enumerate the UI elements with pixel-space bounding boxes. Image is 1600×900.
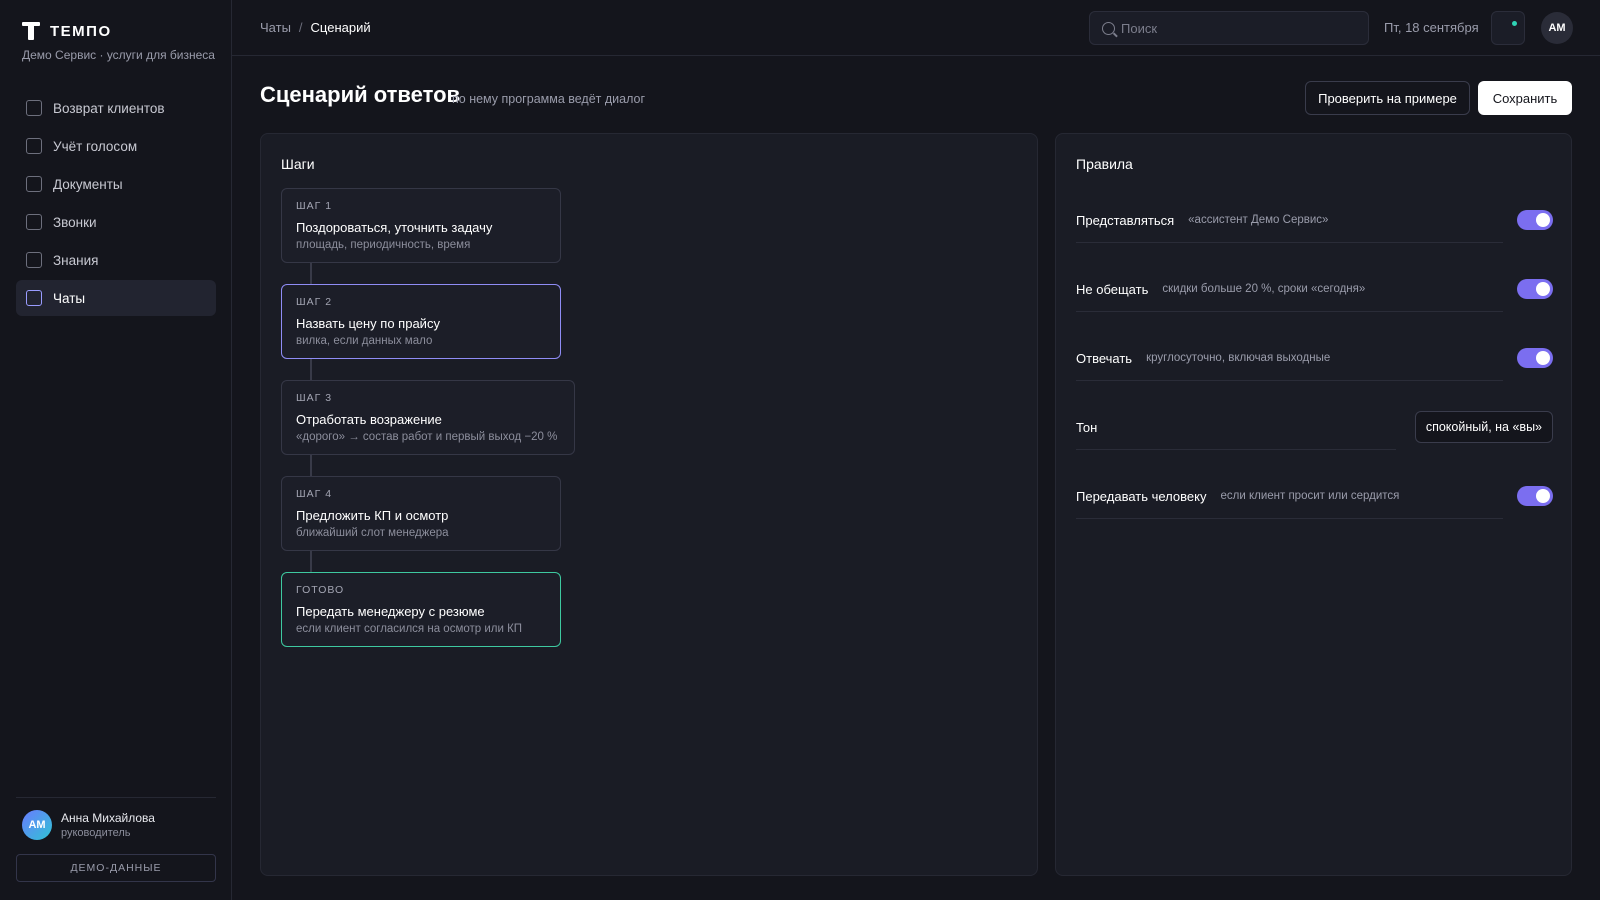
rule-toggle-handoff[interactable] xyxy=(1517,486,1553,506)
sidebar-item-label: Учёт голосом xyxy=(53,138,138,154)
sidebar-item-label: Возврат клиентов xyxy=(53,100,165,116)
sidebar-item-chats[interactable]: Чаты xyxy=(16,280,216,316)
logo-t-icon xyxy=(22,22,40,40)
brand-name: ТЕМПО xyxy=(50,22,112,40)
step-connector xyxy=(310,263,312,284)
sidebar-item-returns[interactable]: Возврат клиентов xyxy=(16,90,216,126)
steps-panel: Шаги ШАГ 1 Поздороваться, уточнить задач… xyxy=(260,133,1038,876)
step-desc: если клиент согласился на осмотр или КП xyxy=(296,623,523,635)
step-label: ШАГ 1 xyxy=(296,200,333,212)
rule-handoff: Передавать человеку если клиент просит и… xyxy=(1076,478,1553,514)
rule-name: Отвечать xyxy=(1076,350,1133,366)
avatar: АМ xyxy=(22,810,52,840)
user-name: Анна Михайлова xyxy=(61,811,155,825)
step-desc: «дорого» → состав работ и первый выход −… xyxy=(296,431,558,443)
breadcrumb-link-chats[interactable]: Чаты xyxy=(260,20,291,35)
step-desc: ближайший слот менеджера xyxy=(296,527,449,539)
step-connector xyxy=(310,551,312,572)
step-title: Отработать возражение xyxy=(296,412,442,427)
rule-toggle-respond[interactable] xyxy=(1517,348,1553,368)
breadcrumb-current: Сценарий xyxy=(310,20,371,35)
save-button[interactable]: Сохранить xyxy=(1478,81,1572,115)
sidebar-item-voice[interactable]: Учёт голосом xyxy=(16,128,216,164)
search-box[interactable] xyxy=(1089,11,1369,45)
rule-divider xyxy=(1076,449,1396,450)
step-title: Предложить КП и осмотр xyxy=(296,508,449,523)
step-card-2[interactable]: ШАГ 2 Назвать цену по прайсу вилка, если… xyxy=(281,284,561,359)
step-card-3[interactable]: ШАГ 3 Отработать возражение «дорого» → с… xyxy=(281,380,575,455)
demo-data-button[interactable]: ДЕМО-ДАННЫЕ xyxy=(16,854,216,882)
rule-divider xyxy=(1076,242,1503,243)
rule-introduce: Представляться «ассистент Демо Сервис» xyxy=(1076,202,1553,238)
user-profile[interactable]: АМ Анна Михайлова руководитель xyxy=(22,810,155,840)
checkbox-square-icon xyxy=(26,176,42,192)
page-title: Сценарий ответов xyxy=(260,82,461,107)
step-card-done[interactable]: ГОТОВО Передать менеджеру с резюме если … xyxy=(281,572,561,647)
checkbox-square-icon xyxy=(26,138,42,154)
step-desc: вилка, если данных мало xyxy=(296,335,433,347)
rule-name: Представляться xyxy=(1076,212,1175,228)
step-label: ШАГ 3 xyxy=(296,392,333,404)
step-title: Передать менеджеру с резюме xyxy=(296,604,485,619)
sidebar-item-knowledge[interactable]: Знания xyxy=(16,242,216,278)
checkbox-square-icon xyxy=(26,252,42,268)
sidebar: ТЕМПО Демо Сервис · услуги для бизнеса В… xyxy=(0,0,232,900)
tone-select[interactable]: спокойный, на «вы» xyxy=(1414,411,1553,443)
page-subtitle: по нему программа ведёт диалог xyxy=(452,92,646,106)
header-avatar[interactable]: АМ xyxy=(1541,12,1573,44)
rule-desc: если клиент просит или сердится xyxy=(1220,490,1400,502)
sidebar-item-label: Звонки xyxy=(53,214,97,230)
rule-desc: круглосуточно, включая выходные xyxy=(1146,352,1331,364)
brand[interactable]: ТЕМПО xyxy=(22,22,112,40)
checkbox-square-icon xyxy=(26,100,42,116)
rule-divider xyxy=(1076,518,1503,519)
step-card-4[interactable]: ШАГ 4 Предложить КП и осмотр ближайший с… xyxy=(281,476,561,551)
sidebar-item-documents[interactable]: Документы xyxy=(16,166,216,202)
sidebar-divider xyxy=(16,797,216,798)
search-input[interactable] xyxy=(1121,20,1351,36)
rule-desc: скидки больше 20 %, сроки «сегодня» xyxy=(1162,283,1366,295)
step-label: ГОТОВО xyxy=(296,584,345,596)
rule-name: Не обещать xyxy=(1076,281,1149,297)
brand-subtitle: Демо Сервис · услуги для бизнеса xyxy=(22,48,215,62)
test-example-button[interactable]: Проверить на примере xyxy=(1305,81,1470,115)
step-label: ШАГ 4 xyxy=(296,488,333,500)
step-card-1[interactable]: ШАГ 1 Поздороваться, уточнить задачу пло… xyxy=(281,188,561,263)
rule-divider xyxy=(1076,380,1503,381)
rule-respond: Отвечать круглосуточно, включая выходные xyxy=(1076,340,1553,376)
breadcrumb-separator: / xyxy=(298,20,303,35)
checkbox-square-icon xyxy=(26,290,42,306)
rules-panel: Правила Представляться «ассистент Демо С… xyxy=(1055,133,1572,876)
current-date: Пт, 18 сентября xyxy=(1384,20,1479,35)
rule-toggle-introduce[interactable] xyxy=(1517,210,1553,230)
step-connector xyxy=(310,359,312,380)
sidebar-item-label: Чаты xyxy=(53,290,86,306)
step-desc: площадь, периодичность, время xyxy=(296,239,471,251)
sidebar-item-calls[interactable]: Звонки xyxy=(16,204,216,240)
step-title: Поздороваться, уточнить задачу xyxy=(296,220,493,235)
notifications-button[interactable] xyxy=(1491,11,1525,45)
rule-toggle-no-promise[interactable] xyxy=(1517,279,1553,299)
sidebar-nav: Возврат клиентов Учёт голосом Документы … xyxy=(16,90,216,318)
step-label: ШАГ 2 xyxy=(296,296,333,308)
top-header: Чаты / Сценарий Пт, 18 сентября АМ xyxy=(232,0,1600,56)
checkbox-square-icon xyxy=(26,214,42,230)
rules-panel-title: Правила xyxy=(1076,156,1133,172)
sidebar-item-label: Документы xyxy=(53,176,123,192)
bell-icon xyxy=(1512,21,1517,26)
rule-no-promise: Не обещать скидки больше 20 %, сроки «се… xyxy=(1076,271,1553,307)
rule-tone: Тон спокойный, на «вы» xyxy=(1076,409,1553,445)
rule-desc: «ассистент Демо Сервис» xyxy=(1188,214,1329,226)
step-connector xyxy=(310,455,312,476)
rule-divider xyxy=(1076,311,1503,312)
sidebar-item-label: Знания xyxy=(53,252,99,268)
step-title: Назвать цену по прайсу xyxy=(296,316,440,331)
search-icon xyxy=(1102,21,1115,35)
breadcrumb: Чаты / Сценарий xyxy=(260,20,371,35)
rule-name: Тон xyxy=(1076,419,1098,435)
rule-name: Передавать человеку xyxy=(1076,488,1207,504)
steps-panel-title: Шаги xyxy=(281,156,315,172)
user-role: руководитель xyxy=(61,827,131,839)
